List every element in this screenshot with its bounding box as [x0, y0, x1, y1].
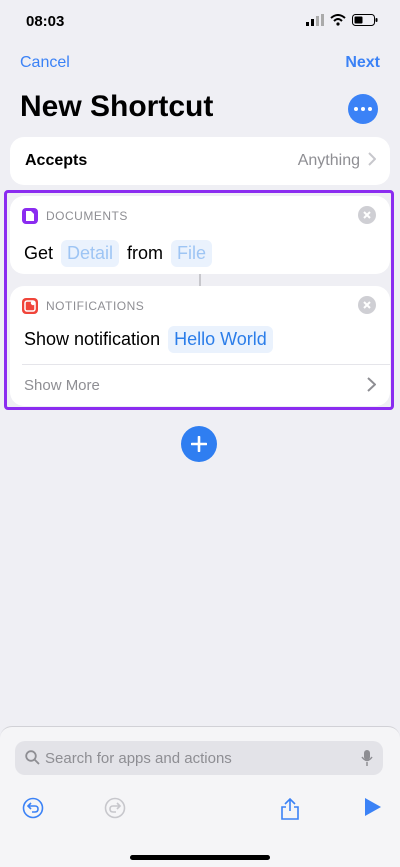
status-time: 08:03 — [26, 13, 65, 30]
redo-icon[interactable] — [104, 797, 126, 819]
microphone-icon[interactable] — [361, 749, 373, 767]
status-bar: 08:03 — [0, 0, 400, 44]
home-indicator — [130, 855, 270, 860]
accepts-label: Accepts — [25, 152, 88, 169]
action-drawer: Search for apps and actions — [0, 726, 400, 867]
bottom-toolbar — [0, 797, 400, 827]
status-icons — [306, 14, 378, 26]
plus-icon — [191, 436, 207, 452]
ellipsis-icon — [354, 107, 372, 111]
accepts-row[interactable]: Accepts Anything — [10, 137, 390, 185]
add-action-button[interactable] — [181, 426, 217, 462]
more-button[interactable] — [348, 94, 378, 124]
share-icon[interactable] — [280, 797, 300, 821]
play-icon[interactable] — [364, 797, 382, 817]
wifi-icon — [330, 14, 346, 26]
accepts-value: Anything — [297, 152, 360, 169]
undo-icon[interactable] — [22, 797, 44, 819]
signal-icon — [306, 14, 324, 26]
chevron-right-icon — [368, 152, 376, 166]
battery-icon — [352, 14, 378, 26]
search-bar[interactable]: Search for apps and actions — [15, 741, 383, 775]
cancel-button[interactable]: Cancel — [20, 54, 70, 72]
nav-bar: Cancel Next — [20, 52, 380, 76]
selection-highlight — [4, 190, 394, 410]
page-title: New Shortcut — [20, 90, 214, 123]
search-icon — [25, 750, 40, 765]
next-button[interactable]: Next — [345, 54, 380, 72]
search-input[interactable]: Search for apps and actions — [45, 750, 232, 767]
